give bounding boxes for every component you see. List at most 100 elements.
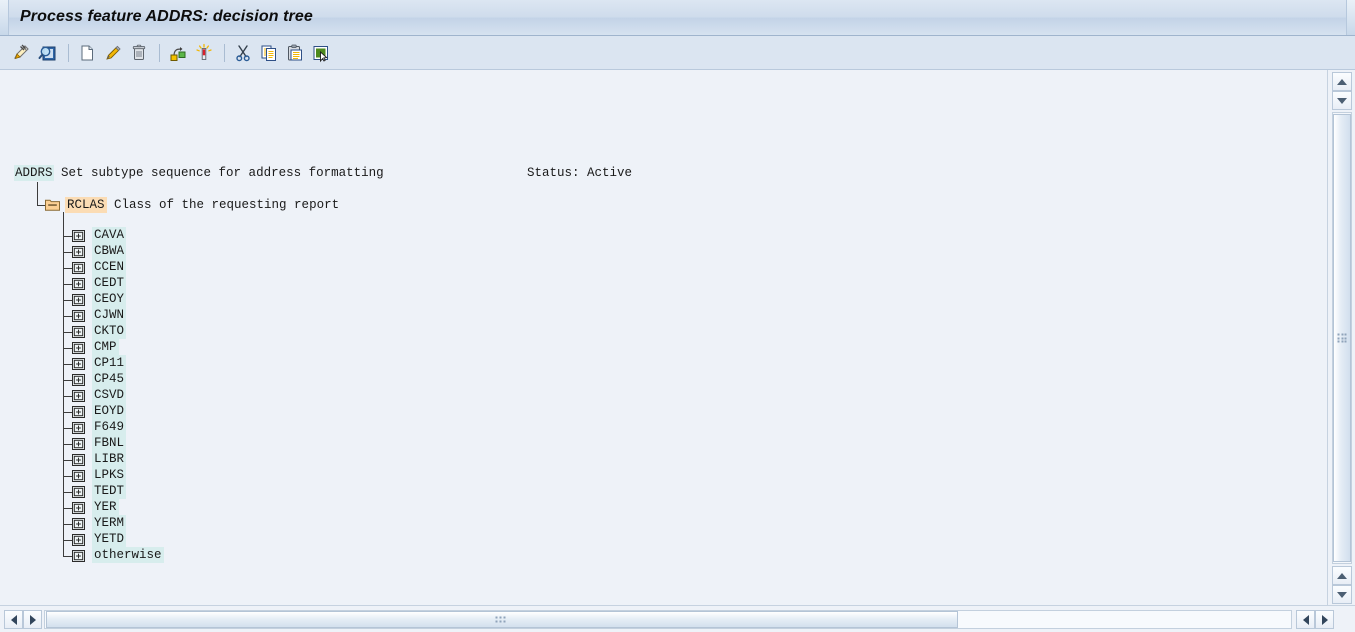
chevron-right-icon-right xyxy=(1321,614,1328,625)
expand-node-icon[interactable] xyxy=(72,310,85,322)
expand-node-icon[interactable] xyxy=(72,374,85,386)
expand-node-icon[interactable] xyxy=(72,518,85,530)
expand-node-icon[interactable] xyxy=(72,502,85,514)
toolbar-separator-2 xyxy=(159,43,160,62)
expand-node-icon[interactable] xyxy=(72,230,85,242)
tree-leaf-code: CJWN xyxy=(92,307,127,323)
expand-node-icon[interactable] xyxy=(72,470,85,482)
expand-node-icon[interactable] xyxy=(72,406,85,418)
expand-node-icon[interactable] xyxy=(72,326,85,338)
display-mode-button[interactable] xyxy=(36,41,60,65)
connector-root-horizontal xyxy=(37,205,45,206)
expand-node-icon[interactable] xyxy=(72,342,85,354)
tree-leaf-code: LIBR xyxy=(92,451,127,467)
horizontal-scroll-thumb[interactable] xyxy=(46,611,958,628)
connector-leaf-horizontal xyxy=(63,268,72,269)
tree-leaf-code: EOYD xyxy=(92,403,127,419)
tree-leaf-row[interactable]: CBWA xyxy=(92,243,127,259)
expand-node-icon[interactable] xyxy=(72,486,85,498)
toolbar-separator-3 xyxy=(224,43,225,62)
delete-button[interactable] xyxy=(127,41,151,65)
scroll-down-button-bottom[interactable] xyxy=(1332,585,1352,604)
tree-leaf-row[interactable]: EOYD xyxy=(92,403,127,419)
tree-leaf-row[interactable]: YERM xyxy=(92,515,127,531)
scroll-left-button[interactable] xyxy=(4,610,23,629)
scroll-left-button-right[interactable] xyxy=(1296,610,1315,629)
tree-leaf-code: TEDT xyxy=(92,483,127,499)
tree-leaf-row[interactable]: CMP xyxy=(92,339,119,355)
tree-leaf-code: F649 xyxy=(92,419,127,435)
expand-node-icon[interactable] xyxy=(72,294,85,306)
tree-leaf-row[interactable]: LPKS xyxy=(92,467,127,483)
sap-decision-tree-window: Process feature ADDRS: decision tree ADD… xyxy=(0,0,1355,632)
insert-button[interactable] xyxy=(309,41,333,65)
tree-leaf-row[interactable]: CP11 xyxy=(92,355,127,371)
tree-leaf-code: YERM xyxy=(92,515,127,531)
copy-button[interactable] xyxy=(257,41,281,65)
vertical-thumb-grip xyxy=(1337,333,1347,343)
tree-leaf-row[interactable]: CAVA xyxy=(92,227,127,243)
vertical-scrollbar[interactable] xyxy=(1327,70,1355,605)
connector-leaf-horizontal xyxy=(63,364,72,365)
page-title: Process feature ADDRS: decision tree xyxy=(20,8,313,25)
tree-leaf-row[interactable]: CKTO xyxy=(92,323,127,339)
structure-button[interactable] xyxy=(166,41,190,65)
expand-node-icon[interactable] xyxy=(72,438,85,450)
tree-node-row-rclas[interactable]: RCLAS Class of the requesting report xyxy=(65,197,339,213)
scroll-up-button-top[interactable] xyxy=(1332,72,1352,91)
tree-root-description: Set subtype sequence for address formatt… xyxy=(61,166,384,180)
cut-button[interactable] xyxy=(231,41,255,65)
tree-leaf-code: LPKS xyxy=(92,467,127,483)
paste-button[interactable] xyxy=(283,41,307,65)
tree-leaf-row[interactable]: CEOY xyxy=(92,291,127,307)
expand-node-icon[interactable] xyxy=(72,278,85,290)
horizontal-thumb-grip xyxy=(495,616,509,623)
connector-leaf-horizontal xyxy=(63,412,72,413)
tree-root-row[interactable]: ADDRS Set subtype sequence for address f… xyxy=(14,165,384,181)
vertical-scroll-thumb[interactable] xyxy=(1333,114,1351,562)
tree-leaf-code: otherwise xyxy=(92,547,164,563)
scroll-right-button-right[interactable] xyxy=(1315,610,1334,629)
edit-button[interactable] xyxy=(101,41,125,65)
highlight-button[interactable] xyxy=(192,41,216,65)
tree-leaf-row[interactable]: CP45 xyxy=(92,371,127,387)
tree-node-code: RCLAS xyxy=(65,197,107,213)
tree-leaf-row[interactable]: CCEN xyxy=(92,259,127,275)
tree-leaf-row[interactable]: LIBR xyxy=(92,451,127,467)
tree-leaf-row[interactable]: otherwise xyxy=(92,547,164,563)
scroll-down-button-top[interactable] xyxy=(1332,91,1352,110)
expand-node-icon[interactable] xyxy=(72,422,85,434)
tree-leaf-row[interactable]: F649 xyxy=(92,419,127,435)
window-title-bar: Process feature ADDRS: decision tree xyxy=(0,0,1355,36)
connector-leaf-horizontal xyxy=(63,476,72,477)
tree-leaf-row[interactable]: YER xyxy=(92,499,119,515)
tree-leaf-row[interactable]: CSVD xyxy=(92,387,127,403)
edit-icon xyxy=(106,45,121,60)
tree-leaf-code: CKTO xyxy=(92,323,127,339)
tree-leaf-row[interactable]: CJWN xyxy=(92,307,127,323)
expand-node-icon[interactable] xyxy=(72,534,85,546)
scroll-right-button[interactable] xyxy=(23,610,42,629)
expand-node-icon[interactable] xyxy=(72,550,85,562)
tree-leaf-code: CMP xyxy=(92,339,119,355)
chevron-down-icon-bottom xyxy=(1337,591,1347,598)
chevron-left-icon-right xyxy=(1302,614,1309,625)
open-folder-icon[interactable] xyxy=(45,198,60,211)
expand-node-icon[interactable] xyxy=(72,358,85,370)
connector-leaf-horizontal xyxy=(63,508,72,509)
tree-leaf-row[interactable]: FBNL xyxy=(92,435,127,451)
tree-leaf-row[interactable]: YETD xyxy=(92,531,127,547)
tree-leaf-row[interactable]: CEDT xyxy=(92,275,127,291)
scroll-up-button-bottom[interactable] xyxy=(1332,566,1352,585)
expand-node-icon[interactable] xyxy=(72,262,85,274)
connector-leaf-horizontal xyxy=(63,396,72,397)
expand-node-icon[interactable] xyxy=(72,454,85,466)
create-button[interactable] xyxy=(75,41,99,65)
expand-node-icon[interactable] xyxy=(72,246,85,258)
change-mode-button[interactable] xyxy=(10,41,34,65)
expand-node-icon[interactable] xyxy=(72,390,85,402)
horizontal-scrollbar[interactable] xyxy=(0,605,1355,632)
tree-leaf-row[interactable]: TEDT xyxy=(92,483,127,499)
connector-leaf-horizontal xyxy=(63,236,72,237)
tree-leaf-code: CP45 xyxy=(92,371,127,387)
